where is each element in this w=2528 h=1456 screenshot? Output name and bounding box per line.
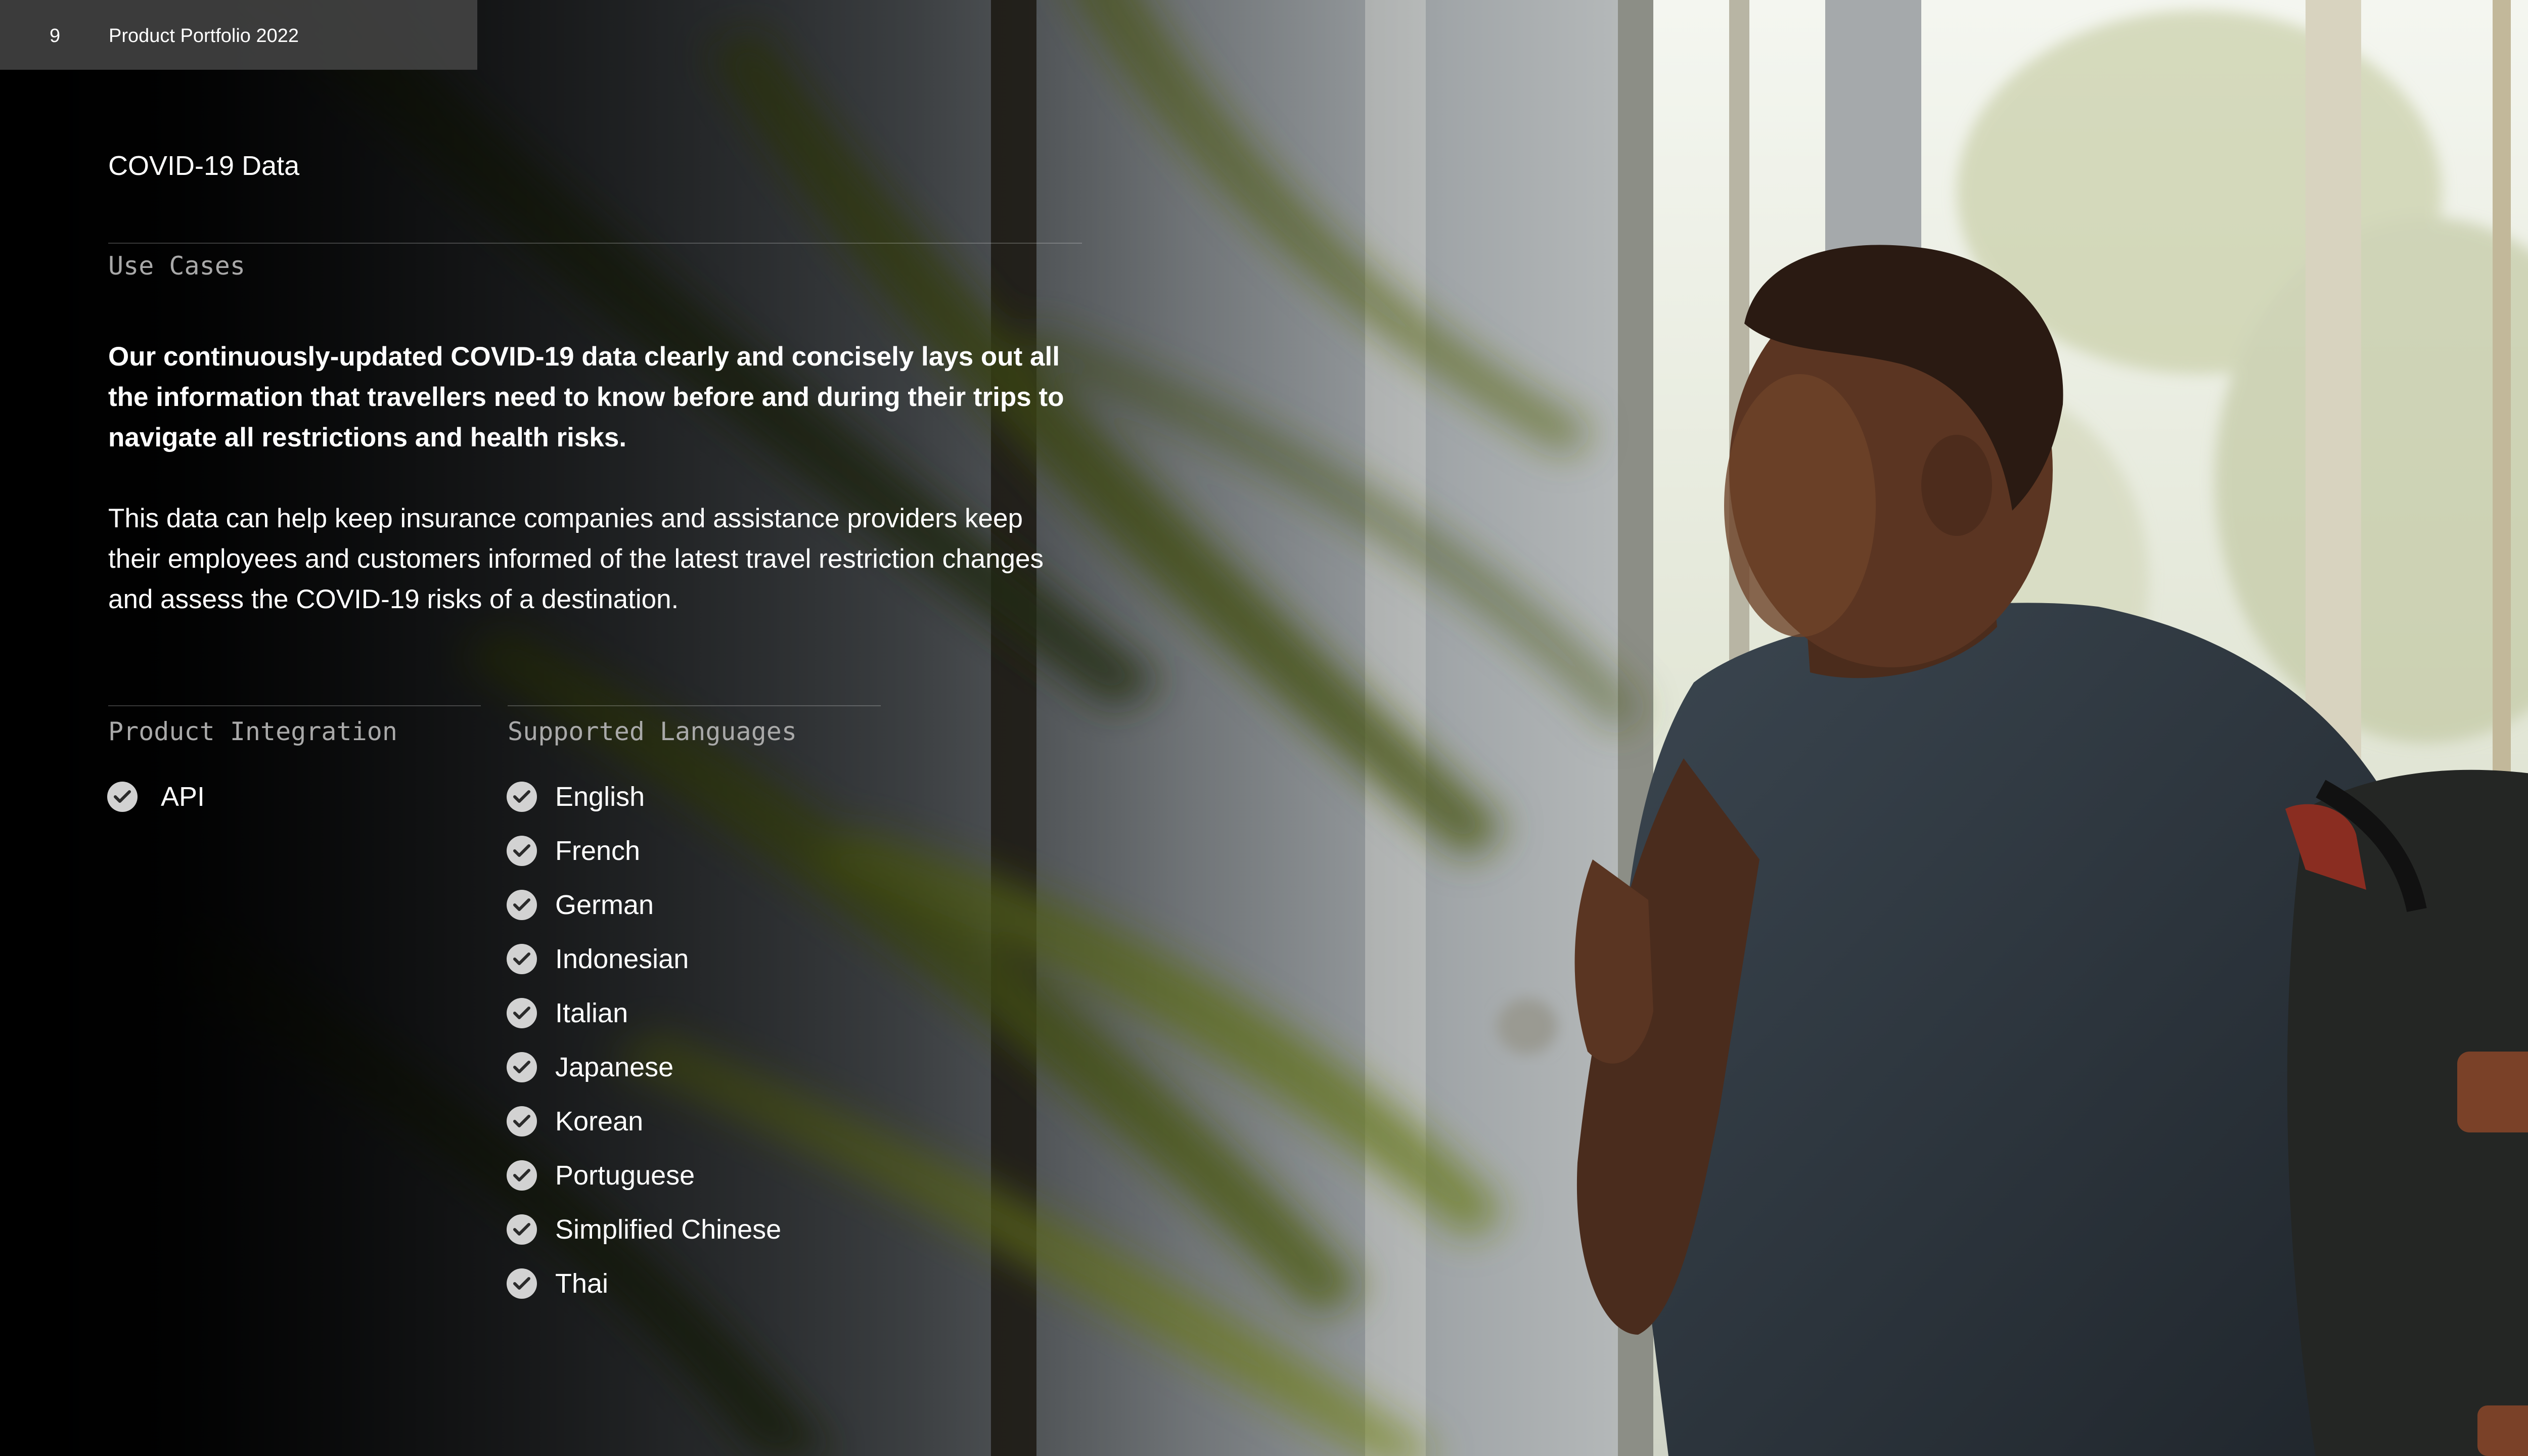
product-integration-divider: [108, 705, 481, 706]
use-cases-divider: [108, 243, 1082, 244]
supported-languages-divider: [508, 705, 881, 706]
language-item-label: Korean: [555, 1106, 644, 1136]
language-item-label: Indonesian: [555, 943, 689, 974]
language-item-label: Japanese: [555, 1052, 674, 1082]
header-title: Product Portfolio 2022: [109, 25, 299, 47]
check-circle-icon: [507, 1268, 537, 1299]
language-item-label: French: [555, 835, 641, 866]
use-cases-label: Use Cases: [108, 251, 245, 281]
check-circle-icon: [507, 835, 537, 866]
list-item: French: [507, 824, 781, 878]
language-item-label: Thai: [555, 1268, 609, 1299]
section-title: COVID-19 Data: [108, 151, 300, 181]
check-circle-icon: [507, 997, 537, 1028]
supported-languages-label: Supported Languages: [508, 717, 797, 746]
list-item: Portuguese: [507, 1148, 781, 1202]
check-circle-icon: [107, 781, 138, 812]
list-item: Italian: [507, 986, 781, 1040]
integration-item-label: API: [161, 781, 205, 812]
list-item: English: [507, 769, 781, 824]
list-item: Indonesian: [507, 932, 781, 986]
use-cases-lead: Our continuously-updated COVID-19 data c…: [108, 342, 1064, 452]
supported-languages-list: English French German Indonesian Italian…: [507, 769, 781, 1310]
list-item: German: [507, 878, 781, 932]
product-integration-label: Product Integration: [108, 717, 397, 746]
check-circle-icon: [507, 889, 537, 920]
list-item: Japanese: [507, 1040, 781, 1094]
language-item-label: English: [555, 781, 645, 812]
slide: 9 Product Portfolio 2022 COVID-19 Data U…: [0, 0, 2528, 1456]
language-item-label: Portuguese: [555, 1160, 695, 1191]
page-number: 9: [50, 25, 61, 47]
language-item-label: Simplified Chinese: [555, 1214, 782, 1245]
check-circle-icon: [507, 1052, 537, 1082]
check-circle-icon: [507, 1160, 537, 1191]
check-circle-icon: [507, 781, 537, 812]
list-item: Korean: [507, 1094, 781, 1148]
use-cases-body: This data can help keep insurance compan…: [108, 504, 1044, 614]
header-bar: 9 Product Portfolio 2022: [0, 0, 477, 70]
check-circle-icon: [507, 1106, 537, 1136]
list-item: API: [107, 769, 205, 824]
check-circle-icon: [507, 1214, 537, 1245]
check-circle-icon: [507, 943, 537, 974]
list-item: Thai: [507, 1256, 781, 1310]
language-item-label: Italian: [555, 997, 628, 1028]
list-item: Simplified Chinese: [507, 1202, 781, 1256]
product-integration-list: API: [107, 769, 205, 824]
language-item-label: German: [555, 889, 654, 920]
